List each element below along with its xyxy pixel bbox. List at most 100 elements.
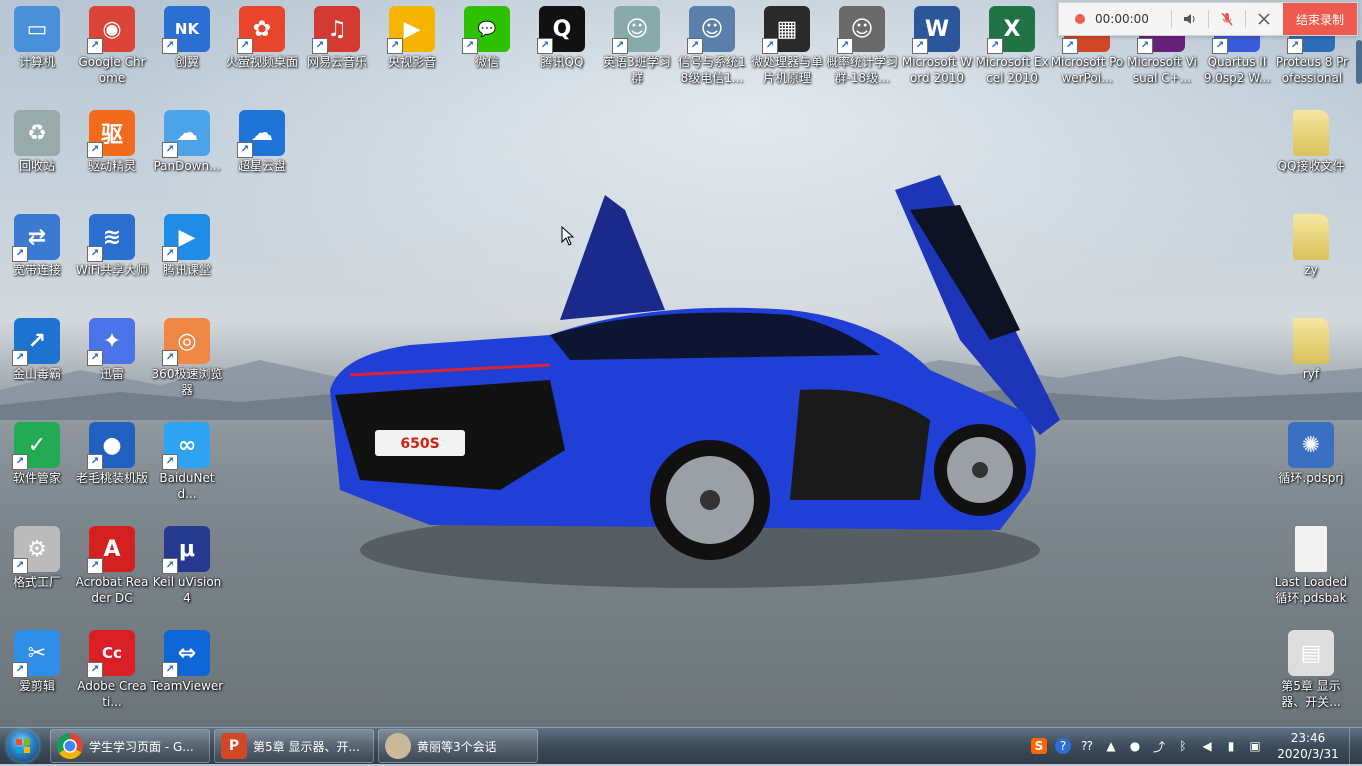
desktop-icon[interactable]: ● ↗ 老毛桃装机版 (75, 416, 149, 486)
desktop-icon[interactable]: ◉ ↗ Google Chrome (75, 0, 149, 86)
chevron-up-icon[interactable]: ▲ (1101, 736, 1121, 756)
desktop-icon[interactable]: ☁ ↗ 超星云盘 (225, 104, 299, 174)
desktop-icon[interactable]: ▶ ↗ 央视影音 (375, 0, 449, 70)
computer-icon: ▭ (14, 6, 60, 52)
qq-tray-icon[interactable]: ● (1125, 736, 1145, 756)
microphone-muted-icon[interactable] (1215, 7, 1239, 31)
desktop-icon-label: Keil uVision4 (152, 575, 222, 605)
desktop-icon[interactable]: QQ接收文件 (1274, 104, 1348, 174)
desktop-icon[interactable]: ⚙ ↗ 格式工厂 (0, 520, 74, 590)
360-browser-icon: ◎ ↗ (162, 318, 210, 366)
speaker-icon[interactable] (1178, 7, 1202, 31)
desktop-icon[interactable]: μ ↗ Keil uVision4 (150, 520, 224, 606)
edge-handle[interactable] (1356, 40, 1362, 84)
taskbar-item-qq-chat[interactable]: 黄丽等3个会话 (378, 729, 538, 763)
desktop-icon[interactable]: ✓ ↗ 软件管家 (0, 416, 74, 486)
shortcut-arrow-icon: ↗ (1137, 38, 1153, 54)
clock[interactable]: 23:46 2020/3/31 (1273, 730, 1343, 762)
chat-avatar-icon (385, 733, 411, 759)
shortcut-arrow-icon: ↗ (1062, 38, 1078, 54)
desktop-icon[interactable]: ♻ 回收站 (0, 104, 74, 174)
desktop-icon-label: 英语3班学习群 (603, 55, 671, 85)
desktop-icon[interactable]: NK ↗ 创翼 (150, 0, 224, 70)
volume-icon[interactable]: ◀ (1197, 736, 1217, 756)
desktop-icon[interactable]: Cc ↗ Adobe Creati... (75, 624, 149, 710)
aijianji-icon: ✂ ↗ (12, 630, 60, 678)
group-avatar-icon: ☺ ↗ (837, 6, 885, 54)
desktop-icon[interactable]: 驱 ↗ 驱动精灵 (75, 104, 149, 174)
recycle-bin-icon: ♻ (14, 110, 60, 156)
desktop-icon[interactable]: ◎ ↗ 360极速浏览器 (150, 312, 224, 398)
desktop-icon-label: 火萤视频桌面 (225, 55, 298, 69)
desktop-icon[interactable]: 💬 ↗ 微信 (450, 0, 524, 70)
desktop-icon-label: 计算机 (18, 55, 55, 69)
desktop-icon[interactable]: ⇄ ↗ 宽带连接 (0, 208, 74, 278)
shortcut-arrow-icon: ↗ (12, 558, 28, 574)
desktop-icon[interactable]: A ↗ Acrobat Reader DC (75, 520, 149, 606)
desktop-icon-label: Microsoft Visual C+... (1127, 55, 1197, 85)
desktop-icon-label: TeamViewer (150, 679, 224, 693)
desktop-icon[interactable]: ✺ 循环.pdsprj (1274, 416, 1348, 486)
shortcut-arrow-icon: ↗ (162, 662, 178, 678)
desktop-icon[interactable]: ∞ ↗ BaiduNetd... (150, 416, 224, 502)
task-label: 第5章 显示器、开... (253, 739, 360, 754)
taskbar-item-chrome[interactable]: 学生学习页面 - G... (50, 729, 210, 763)
desktop-icon[interactable]: ♫ ↗ 网易云音乐 (300, 0, 374, 70)
taskbar-item-powerpoint[interactable]: P 第5章 显示器、开... (214, 729, 374, 763)
shortcut-arrow-icon: ↗ (162, 246, 178, 262)
desktop-icon[interactable]: zy (1274, 208, 1348, 278)
start-button[interactable] (0, 728, 46, 764)
shortcut-arrow-icon: ↗ (762, 38, 778, 54)
desktop-icon[interactable]: ✿ ↗ 火萤视频桌面 (225, 0, 299, 70)
desktop-icon-label: 软件管家 (12, 471, 61, 485)
close-icon[interactable] (1252, 7, 1276, 31)
desktop-icon[interactable]: ✂ ↗ 爱剪辑 (0, 624, 74, 694)
network-tray-icon[interactable]: ▣ (1245, 736, 1265, 756)
desktop-icon[interactable]: ↗ ↗ 金山毒霸 (0, 312, 74, 382)
desktop-icon[interactable]: ☺ ↗ 信号与系统18级电信1... (675, 0, 749, 86)
desktop-icon[interactable]: ▦ ↗ 微处理器与单片机原理 (750, 0, 824, 86)
recording-timer: 00:00:00 (1095, 12, 1149, 26)
shortcut-arrow-icon: ↗ (162, 454, 178, 470)
desktop-icon[interactable]: ▶ ↗ 腾讯课堂 (150, 208, 224, 278)
shortcut-arrow-icon: ↗ (687, 38, 703, 54)
battery-icon[interactable]: ▮ (1221, 736, 1241, 756)
help-icon[interactable]: ? (1053, 736, 1073, 756)
cloud-icon: ☁ ↗ (162, 110, 210, 158)
desktop-icon-label: 老毛桃装机版 (75, 471, 148, 485)
desktop-icon[interactable]: Last Loaded 循环.pdsbak (1274, 520, 1348, 606)
desktop-icon[interactable]: ☺ ↗ 英语3班学习群 (600, 0, 674, 86)
desktop-icon-label: Acrobat Reader DC (75, 575, 149, 605)
desktop-icon[interactable]: W ↗ Microsoft Word 2010 (900, 0, 974, 86)
desktop-icon[interactable]: ☁ ↗ PanDown... (150, 104, 224, 174)
ime-mode-icon[interactable]: ⁇ (1077, 736, 1097, 756)
end-recording-button[interactable]: 结束录制 (1283, 3, 1357, 35)
task-label: 黄丽等3个会话 (417, 739, 497, 754)
desktop-icon[interactable]: ryf (1274, 312, 1348, 382)
desktop-icon-label: 腾讯QQ (540, 55, 584, 69)
desktop-icon-label: 迅雷 (99, 367, 124, 381)
shortcut-arrow-icon: ↗ (87, 558, 103, 574)
desktop-icon[interactable]: ▤ 第5章 显示器、开关... (1274, 624, 1348, 710)
shortcut-arrow-icon: ↗ (87, 246, 103, 262)
show-desktop-button[interactable] (1349, 728, 1362, 764)
shortcut-arrow-icon: ↗ (87, 454, 103, 470)
desktop-icon[interactable]: X ↗ Microsoft Excel 2010 (975, 0, 1049, 86)
system-tray: S ? ⁇ ▲ ● ⤴ ᛒ ◀ ▮ ▣ 23:46 2020/3/31 (1027, 728, 1362, 764)
desktop-icon-label: zy (1304, 263, 1318, 277)
desktop-icon-label: 格式工厂 (12, 575, 61, 589)
wechat-icon: 💬 ↗ (462, 6, 510, 54)
desktop-icon[interactable]: Q ↗ 腾讯QQ (525, 0, 599, 70)
powerpoint-icon: P (221, 733, 247, 759)
format-factory-icon: ⚙ ↗ (12, 526, 60, 574)
desktop-icon[interactable]: ✦ ↗ 迅雷 (75, 312, 149, 382)
kingsoft-tray-icon[interactable]: ⤴ (1149, 736, 1169, 756)
shortcut-arrow-icon: ↗ (387, 38, 403, 54)
desktop-icon[interactable]: ▭ 计算机 (0, 0, 74, 70)
bluetooth-icon[interactable]: ᛒ (1173, 736, 1193, 756)
group-avatar-icon: ☺ ↗ (612, 6, 660, 54)
desktop-icon[interactable]: ⇔ ↗ TeamViewer (150, 624, 224, 694)
desktop-icon[interactable]: ≋ ↗ WiFi共享大师 (75, 208, 149, 278)
sogou-ime-icon[interactable]: S (1029, 736, 1049, 756)
desktop-icon[interactable]: ☺ ↗ 概率统计学习群-18级... (825, 0, 899, 86)
